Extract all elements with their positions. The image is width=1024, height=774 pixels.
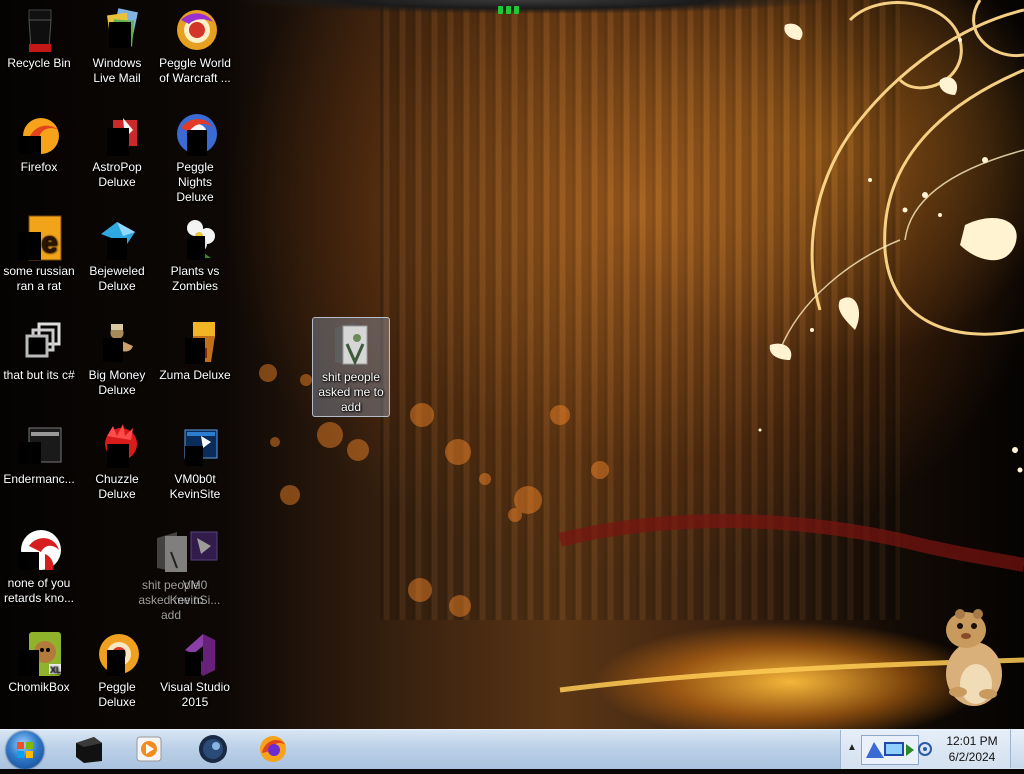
tray-overflow-chevron-icon[interactable]: ▲ bbox=[847, 742, 857, 753]
icon-label: that but its c# bbox=[3, 368, 75, 382]
taskbar-terminal-button[interactable] bbox=[72, 733, 106, 765]
desktop-icon-windows-live-mail[interactable]: Windows Live Mail bbox=[78, 6, 156, 86]
chomikbox-icon: XL bbox=[15, 630, 63, 678]
icon-label: Firefox bbox=[20, 160, 58, 174]
astropop-icon bbox=[93, 110, 141, 158]
windows-live-mail-icon bbox=[93, 6, 141, 54]
icon-label: Plants vs Zombies bbox=[170, 264, 220, 293]
desktop-icon-that-but-its-c-sharp[interactable]: that but its c# bbox=[0, 318, 78, 383]
green-light-icon bbox=[514, 6, 519, 14]
taskbar-clock[interactable]: 12:01 PM 6/2/2024 bbox=[930, 733, 1014, 765]
icon-label: AstroPop Deluxe bbox=[92, 160, 142, 189]
icon-label: Bejeweled Deluxe bbox=[89, 264, 145, 293]
firefox-icon bbox=[15, 110, 63, 158]
terminal-icon bbox=[15, 422, 63, 470]
desktop-icon-plants-vs-zombies[interactable]: Plants vs Zombies bbox=[156, 214, 234, 294]
icon-label: ChomikBox bbox=[8, 680, 70, 694]
wallpaper-top-bar bbox=[230, 0, 830, 14]
desktop-icon-recycle-bin[interactable]: Recycle Bin bbox=[0, 6, 78, 71]
icon-label: Peggle World of Warcraft ... bbox=[159, 56, 231, 85]
desktop-icon-some-russian-ran-a-rat[interactable]: e some russian ran a rat bbox=[0, 214, 78, 294]
taskbar-media-player-button[interactable] bbox=[132, 733, 166, 765]
start-button[interactable] bbox=[6, 731, 44, 769]
desktop-icon-peggle-nights-deluxe[interactable]: Peggle Nights Deluxe bbox=[156, 110, 234, 205]
icon-label: Peggle Nights Deluxe bbox=[176, 160, 214, 204]
chuzzle-icon bbox=[93, 422, 141, 470]
plants-vs-zombies-icon bbox=[171, 214, 219, 262]
bejeweled-icon bbox=[93, 214, 141, 262]
clock-date: 6/2/2024 bbox=[948, 750, 996, 764]
icon-label: Recycle Bin bbox=[7, 56, 71, 70]
windows-logo-icon bbox=[17, 742, 33, 758]
desktop-icon-none-of-you[interactable]: none of you retards kno... bbox=[0, 526, 78, 606]
icon-label: Endermanc... bbox=[3, 472, 75, 486]
red-app-icon bbox=[15, 526, 63, 574]
taskbar-steam-button[interactable] bbox=[196, 733, 230, 765]
folder-icon bbox=[327, 320, 375, 368]
icon-label: none of you retards kno... bbox=[3, 576, 75, 605]
desktop-icon-visual-studio-2015[interactable]: Visual Studio 2015 bbox=[156, 630, 234, 710]
media-player-icon bbox=[136, 736, 162, 762]
icon-label: VM0b0t KevinSite bbox=[169, 472, 221, 501]
stacked-windows-icon bbox=[15, 318, 63, 366]
svg-text:e: e bbox=[41, 226, 58, 259]
show-desktop-button[interactable] bbox=[1010, 729, 1024, 768]
drag-ghost-vm: VM0 KevinSi... bbox=[156, 528, 234, 608]
zuma-icon bbox=[171, 318, 219, 366]
peggle-deluxe-icon bbox=[93, 630, 141, 678]
icon-label: shit people asked me to add bbox=[318, 370, 384, 414]
network-icon[interactable] bbox=[862, 736, 918, 764]
visual-studio-icon bbox=[171, 630, 219, 678]
firefox-icon bbox=[260, 736, 286, 762]
peggle-wow-icon bbox=[171, 6, 219, 54]
desktop[interactable]: Recycle Bin Firefox e some russian ran a… bbox=[0, 0, 1024, 729]
desktop-icon-chuzzle-deluxe[interactable]: Chuzzle Deluxe bbox=[78, 422, 156, 502]
icon-label: Peggle Deluxe bbox=[98, 680, 136, 709]
hamster-gadget[interactable] bbox=[938, 604, 1008, 708]
icon-label: Big Money Deluxe bbox=[88, 368, 146, 397]
desktop-icon-vm0b0t-kevinsite[interactable]: VM0b0t KevinSite bbox=[156, 422, 234, 502]
icon-label: VM0 KevinSi... bbox=[169, 578, 221, 607]
desktop-icon-zuma-deluxe[interactable]: Zuma Deluxe bbox=[156, 318, 234, 383]
icon-label: Zuma Deluxe bbox=[159, 368, 231, 382]
wallpaper-texture bbox=[380, 0, 900, 620]
terminal-icon bbox=[76, 737, 102, 763]
icon-label: some russian ran a rat bbox=[3, 264, 75, 293]
big-money-icon bbox=[93, 318, 141, 366]
vm-icon bbox=[171, 422, 219, 470]
icon-label: Visual Studio 2015 bbox=[160, 680, 230, 709]
steam-icon bbox=[199, 735, 227, 763]
icon-label: Chuzzle Deluxe bbox=[95, 472, 139, 501]
desktop-icon-astropop-deluxe[interactable]: AstroPop Deluxe bbox=[78, 110, 156, 190]
green-light-icon bbox=[498, 6, 503, 14]
desktop-icon-bejeweled-deluxe[interactable]: Bejeweled Deluxe bbox=[78, 214, 156, 294]
green-light-icon bbox=[506, 6, 511, 14]
desktop-icon-peggle-deluxe[interactable]: Peggle Deluxe bbox=[78, 630, 156, 710]
clock-time: 12:01 PM bbox=[946, 734, 998, 748]
shortcut-e-icon: e bbox=[15, 214, 63, 262]
icon-label: Windows Live Mail bbox=[92, 56, 142, 85]
desktop-icon-endermanc[interactable]: Endermanc... bbox=[0, 422, 78, 487]
desktop-icon-selected-folder[interactable]: shit people asked me to add bbox=[312, 317, 390, 417]
peggle-nights-icon bbox=[171, 110, 219, 158]
taskbar bbox=[0, 729, 1024, 769]
tray-icons-group bbox=[861, 735, 919, 765]
desktop-icon-chomikbox[interactable]: XL ChomikBox bbox=[0, 630, 78, 695]
desktop-icon-peggle-world-of-warcraft[interactable]: Peggle World of Warcraft ... bbox=[156, 6, 234, 86]
taskbar-firefox-button[interactable] bbox=[256, 733, 290, 765]
recycle-bin-icon bbox=[15, 6, 63, 54]
desktop-icon-firefox[interactable]: Firefox bbox=[0, 110, 78, 175]
vm-icon bbox=[171, 528, 219, 576]
desktop-icon-big-money-deluxe[interactable]: Big Money Deluxe bbox=[78, 318, 156, 398]
svg-text:XL: XL bbox=[50, 665, 61, 675]
